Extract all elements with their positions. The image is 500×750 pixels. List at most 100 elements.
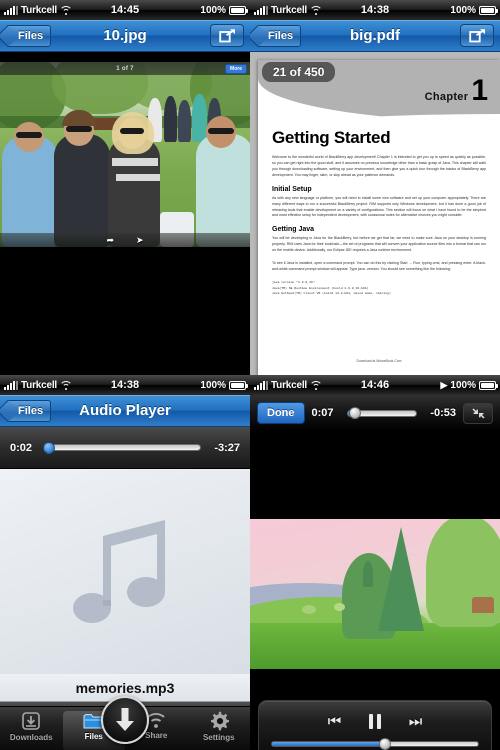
status-right-group: 100% xyxy=(200,379,248,391)
video-stage[interactable]: ⏮ ⏭ xyxy=(250,431,500,750)
photo-person-foreground xyxy=(54,134,110,247)
document-footer: Download at WoweBook.Com xyxy=(356,359,402,363)
video-transport-row: ⏮ ⏭ xyxy=(271,709,479,733)
video-progress-slider[interactable] xyxy=(346,407,417,419)
tab-settings[interactable]: Settings xyxy=(188,711,251,742)
document-heading: Getting Started xyxy=(272,128,391,147)
video-top-bar: Done 0:07 -0:53 xyxy=(250,395,500,431)
section-body-initial-setup: As with any new language or platform, yo… xyxy=(272,195,486,218)
tab-downloads[interactable]: Downloads xyxy=(0,711,63,742)
photo-person-foreground xyxy=(196,134,250,247)
status-right-group: 100% xyxy=(200,5,248,16)
photo-bottom-overlay: ➦ ➤ xyxy=(0,233,250,247)
pause-button[interactable] xyxy=(369,713,381,729)
battery-percent-label: 100% xyxy=(450,379,476,391)
carrier-label: Turkcell xyxy=(21,4,58,16)
four-panel-screenshot-grid: Turkcell 14:45 100% Files 10.jpg 1 of 7 … xyxy=(0,0,500,750)
fast-forward-button[interactable]: ⏭ xyxy=(409,714,423,729)
back-button-files[interactable]: Files xyxy=(256,24,302,47)
status-bar-pdf: Turkcell 14:38 100% xyxy=(250,0,500,20)
tab-label: Share xyxy=(145,731,168,740)
photo-stripe xyxy=(112,158,158,166)
wifi-icon xyxy=(310,381,321,390)
section-body-java-check: To see if Java is installed, open a comm… xyxy=(272,261,486,272)
elapsed-time-label: 0:02 xyxy=(10,441,33,454)
video-progress-knob[interactable] xyxy=(349,407,362,419)
download-action-button[interactable] xyxy=(101,696,149,744)
share-button[interactable] xyxy=(460,24,494,47)
photo-image[interactable]: 1 of 7 More ➦ ➤ xyxy=(0,62,250,247)
pdf-stage[interactable]: 21 of 450 Chapter 1 Getting Started Welc… xyxy=(250,52,500,375)
signal-bars-icon xyxy=(4,380,18,390)
audio-progress-knob[interactable] xyxy=(43,441,56,454)
carrier-label: Turkcell xyxy=(271,379,308,391)
video-frame xyxy=(250,519,500,669)
photo-person xyxy=(164,96,177,142)
more-button[interactable]: More xyxy=(225,63,247,74)
back-button-files[interactable]: Files xyxy=(6,399,52,422)
photo-stripe xyxy=(116,174,160,181)
photo-sunglasses xyxy=(208,128,234,134)
photo-stage[interactable]: 1 of 7 More ➦ ➤ xyxy=(0,52,250,375)
panel-pdf-viewer: Turkcell 14:38 100% Files big.pdf 21 of … xyxy=(250,0,500,375)
status-left-group: Turkcell xyxy=(4,380,71,391)
volume-knob[interactable] xyxy=(379,738,392,750)
music-note-icon xyxy=(73,519,165,623)
carrier-label: Turkcell xyxy=(271,4,308,16)
page-number-badge: 21 of 450 xyxy=(262,62,336,82)
volume-fill xyxy=(272,742,386,746)
play-icon: ▶ xyxy=(440,379,448,390)
next-photo-button[interactable]: ➤ xyxy=(136,235,144,245)
pdf-page[interactable]: Chapter 1 Getting Started Welcome to the… xyxy=(258,60,500,375)
intro-paragraph: Welcome to the wonderful world of BlackB… xyxy=(272,155,486,177)
wifi-icon xyxy=(60,6,71,15)
status-bar-audio: Turkcell 14:38 100% xyxy=(0,375,250,395)
battery-icon xyxy=(479,380,498,390)
navbar-pdf: Files big.pdf xyxy=(250,20,500,52)
photo-person xyxy=(192,94,207,142)
video-bush xyxy=(334,603,345,611)
tab-label: Files xyxy=(84,732,103,741)
video-bush xyxy=(302,605,316,614)
tab-label: Downloads xyxy=(9,733,53,742)
chapter-number: 1 xyxy=(471,74,488,107)
carrier-label: Turkcell xyxy=(21,379,58,391)
chapter-word: Chapter xyxy=(424,91,469,103)
elapsed-time-label: 0:07 xyxy=(311,407,334,419)
status-left-group: Turkcell xyxy=(4,5,71,16)
done-button[interactable]: Done xyxy=(257,402,305,424)
photo-sunglasses xyxy=(120,128,144,134)
wifi-icon xyxy=(60,381,71,390)
battery-icon xyxy=(229,380,248,390)
signal-bars-icon xyxy=(254,380,268,390)
status-right-group: 100% xyxy=(450,5,498,16)
status-left-group: Turkcell xyxy=(254,5,321,16)
album-artwork-area xyxy=(0,469,250,674)
share-button[interactable] xyxy=(210,24,244,47)
volume-slider[interactable] xyxy=(271,738,479,750)
tab-label: Settings xyxy=(202,733,235,742)
video-small-tree xyxy=(363,561,373,587)
download-arrow-icon xyxy=(116,708,134,731)
remaining-time-label: -3:27 xyxy=(214,441,240,454)
photo-sunglasses xyxy=(66,126,92,132)
status-bar-photo: Turkcell 14:45 100% xyxy=(0,0,250,20)
audio-progress-slider[interactable] xyxy=(43,441,201,454)
navbar-audio: Files Audio Player xyxy=(0,395,250,427)
photo-count-label: 1 of 7 xyxy=(116,65,134,72)
battery-icon xyxy=(229,5,248,15)
volume-row xyxy=(271,738,479,750)
navbar-photo: Files 10.jpg xyxy=(0,20,250,52)
rewind-button[interactable]: ⏮ xyxy=(328,714,342,729)
photo-top-overlay: 1 of 7 More xyxy=(0,62,250,75)
battery-percent-label: 100% xyxy=(200,379,226,391)
signal-bars-icon xyxy=(4,5,18,15)
previous-photo-button[interactable]: ➦ xyxy=(106,235,114,245)
share-icon xyxy=(468,29,485,43)
back-button-files[interactable]: Files xyxy=(6,24,52,47)
fullscreen-toggle-button[interactable] xyxy=(463,402,493,424)
section-body-getting-java: You will be developing in Java for the B… xyxy=(272,236,486,253)
tab-bar: Downloads Files Share Settings xyxy=(0,696,251,750)
section-heading-initial-setup: Initial Setup xyxy=(272,185,312,193)
panel-video-player: Turkcell 14:46 ▶ 100% Done 0:07 -0:53 ⏮ … xyxy=(250,375,500,750)
